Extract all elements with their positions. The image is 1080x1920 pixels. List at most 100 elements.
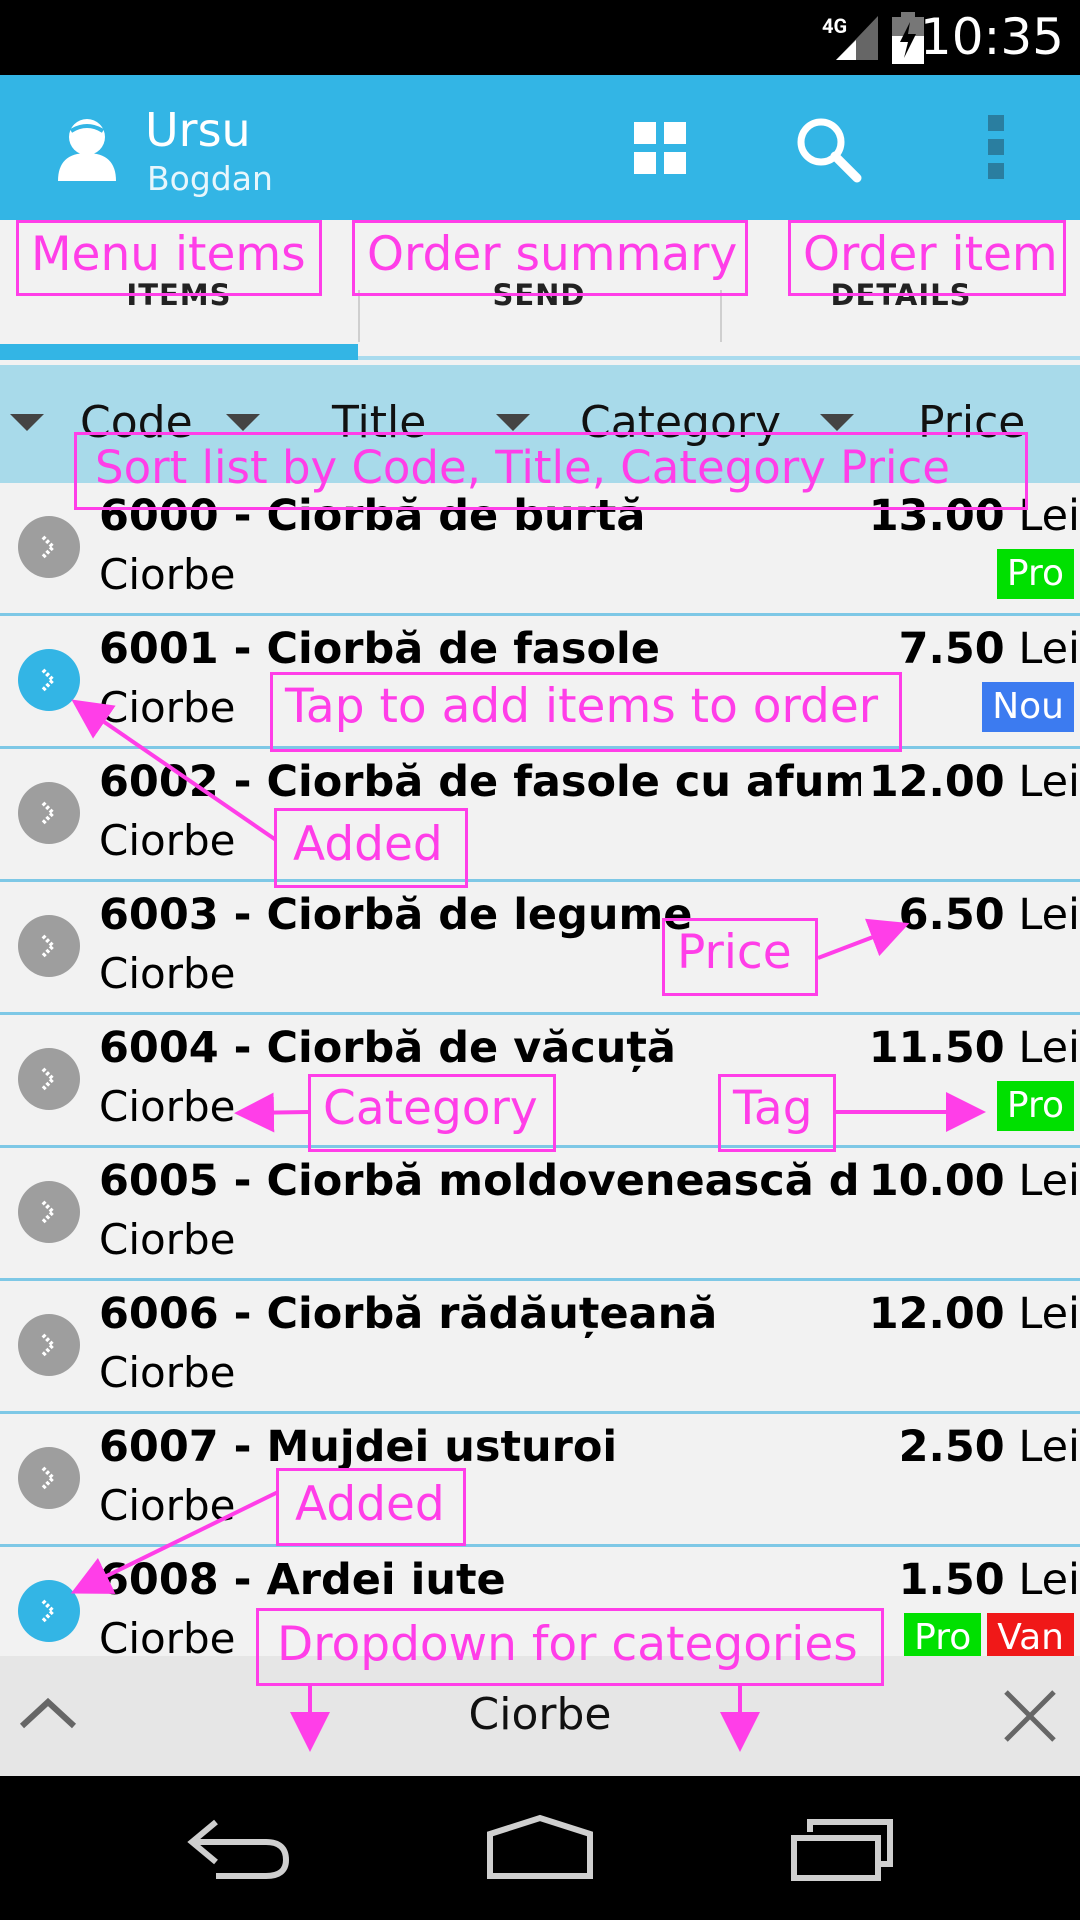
list-item[interactable]: 6001 - Ciorbă de fasole Ciorbe 7.50 Lei Nou	[0, 616, 1080, 749]
add-to-order-button[interactable]	[18, 782, 80, 844]
list-item[interactable]: 6006 - Ciorbă rădăuțeană Ciorbe 12.00 Lei	[0, 1281, 1080, 1414]
add-to-order-button[interactable]	[18, 1447, 80, 1509]
user-last-name: Bogdan	[147, 159, 273, 198]
item-category: Ciorbe	[99, 949, 236, 998]
item-price: 6.50 Lei	[890, 890, 1080, 940]
home-icon[interactable]	[484, 1814, 596, 1880]
item-currency: Lei	[1018, 624, 1080, 674]
item-tags: Pro	[996, 1081, 1074, 1131]
clock: 10:35	[919, 8, 1064, 66]
item-price: 12.00 Lei	[860, 757, 1080, 807]
item-title: 6004 - Ciorbă de văcuță	[99, 1023, 676, 1073]
item-tags: Pro Van	[904, 1613, 1074, 1656]
category-dropdown[interactable]: Ciorbe	[0, 1689, 1080, 1740]
add-arrow-icon	[41, 801, 56, 825]
tab-label: SEND	[492, 278, 586, 312]
item-tag: Pro	[904, 1613, 982, 1656]
tab-label: ITEMS	[126, 278, 232, 312]
item-price-value: 7.50	[898, 624, 1005, 674]
grid-view-icon[interactable]	[634, 122, 686, 174]
tab-details[interactable]: DETAILS	[722, 220, 1080, 365]
sort-category-arrow-icon[interactable]	[496, 414, 530, 431]
item-tags: Nou	[982, 682, 1074, 732]
item-tag: Van	[987, 1613, 1074, 1656]
add-to-order-button[interactable]	[18, 649, 80, 711]
item-title: 6002 - Ciorbă de fasole cu afumătur	[99, 757, 879, 807]
user-first-name: Ursu	[145, 103, 251, 157]
add-arrow-icon	[41, 668, 56, 692]
user-avatar-icon[interactable]	[54, 115, 120, 181]
add-arrow-icon	[41, 1333, 56, 1357]
add-to-order-button[interactable]	[18, 516, 80, 578]
item-price: 12.00 Lei	[860, 1289, 1080, 1339]
sort-by-category[interactable]: Category	[580, 397, 781, 448]
item-title: 6007 - Mujdei usturoi	[99, 1422, 618, 1472]
item-title: 6005 - Ciorbă moldovenească de gă	[99, 1156, 879, 1206]
item-category: Ciorbe	[99, 1215, 236, 1264]
item-price-value: 11.50	[868, 1023, 1005, 1073]
tab-label: DETAILS	[830, 278, 972, 312]
add-arrow-icon	[41, 1067, 56, 1091]
item-price: 13.00 Lei	[860, 491, 1080, 541]
add-arrow-icon	[41, 1200, 56, 1224]
item-category: Ciorbe	[99, 1082, 236, 1131]
sort-title-arrow-icon[interactable]	[226, 414, 260, 431]
item-tags: Pro	[996, 549, 1074, 599]
add-arrow-icon	[41, 535, 56, 559]
sort-by-code[interactable]: Code	[80, 397, 193, 448]
search-icon[interactable]	[794, 115, 862, 183]
add-arrow-icon	[41, 1466, 56, 1490]
add-to-order-button[interactable]	[18, 1181, 80, 1243]
list-item[interactable]: 6003 - Ciorbă de legume Ciorbe 6.50 Lei	[0, 882, 1080, 1015]
add-to-order-button[interactable]	[18, 1580, 80, 1642]
list-item[interactable]: 6005 - Ciorbă moldovenească de gă Ciorbe 1…	[0, 1148, 1080, 1281]
item-currency: Lei	[1018, 1023, 1080, 1073]
item-title: 6008 - Ardei iute	[99, 1555, 506, 1605]
item-price: 1.50 Lei	[890, 1555, 1080, 1605]
sort-by-price[interactable]: Price	[918, 397, 1025, 448]
item-currency: Lei	[1018, 1422, 1080, 1472]
tab-selected-indicator	[0, 344, 358, 360]
list-item[interactable]: 6000 - Ciorbă de burtă Ciorbe 13.00 Lei Pro	[0, 483, 1080, 616]
item-title: 6003 - Ciorbă de legume	[99, 890, 693, 940]
item-price: 7.50 Lei	[890, 624, 1080, 674]
item-price-value: 12.00	[868, 757, 1005, 807]
add-arrow-icon	[41, 934, 56, 958]
status-bar: 4G 10:35	[0, 0, 1080, 75]
add-to-order-button[interactable]	[18, 1048, 80, 1110]
list-item[interactable]: 6004 - Ciorbă de văcuță Ciorbe 11.50 Lei Pr…	[0, 1015, 1080, 1148]
item-price-value: 10.00	[868, 1156, 1005, 1206]
sort-price-arrow-icon[interactable]	[820, 414, 854, 431]
item-currency: Lei	[1018, 757, 1080, 807]
menu-item-list: 6000 - Ciorbă de burtă Ciorbe 13.00 Lei Pro…	[0, 483, 1080, 1656]
overflow-menu-icon[interactable]	[985, 115, 1007, 179]
item-title: 6000 - Ciorbă de burtă	[99, 491, 646, 541]
sort-code-arrow-icon[interactable]	[10, 414, 44, 431]
add-to-order-button[interactable]	[18, 1314, 80, 1376]
item-title: 6001 - Ciorbă de fasole	[99, 624, 660, 674]
item-price-value: 6.50	[898, 890, 1005, 940]
list-item[interactable]: 6008 - Ardei iute Ciorbe 1.50 Lei Pro Van	[0, 1547, 1080, 1656]
item-price-value: 12.00	[868, 1289, 1005, 1339]
list-item[interactable]: 6002 - Ciorbă de fasole cu afumătur Ciorb…	[0, 749, 1080, 882]
list-item[interactable]: 6007 - Mujdei usturoi Ciorbe 2.50 Lei	[0, 1414, 1080, 1547]
sort-by-title[interactable]: Title	[332, 397, 426, 448]
tab-send[interactable]: SEND	[360, 220, 718, 365]
add-to-order-button[interactable]	[18, 915, 80, 977]
item-category: Ciorbe	[99, 550, 236, 599]
item-category: Ciorbe	[99, 683, 236, 732]
item-currency: Lei	[1018, 1156, 1080, 1206]
back-icon[interactable]	[186, 1816, 292, 1880]
signal-icon	[836, 16, 878, 60]
item-price: 10.00 Lei	[860, 1156, 1080, 1206]
item-category: Ciorbe	[99, 816, 236, 865]
item-category: Ciorbe	[99, 1348, 236, 1397]
system-nav-bar	[0, 1776, 1080, 1920]
item-currency: Lei	[1018, 1555, 1080, 1605]
category-dropdown-bar: Ciorbe	[0, 1656, 1080, 1776]
recent-apps-icon[interactable]	[790, 1818, 894, 1882]
item-currency: Lei	[1018, 1289, 1080, 1339]
sort-header: Code Title Category Price	[0, 365, 1080, 483]
item-price-value: 13.00	[868, 491, 1005, 541]
close-icon[interactable]	[1002, 1688, 1058, 1744]
